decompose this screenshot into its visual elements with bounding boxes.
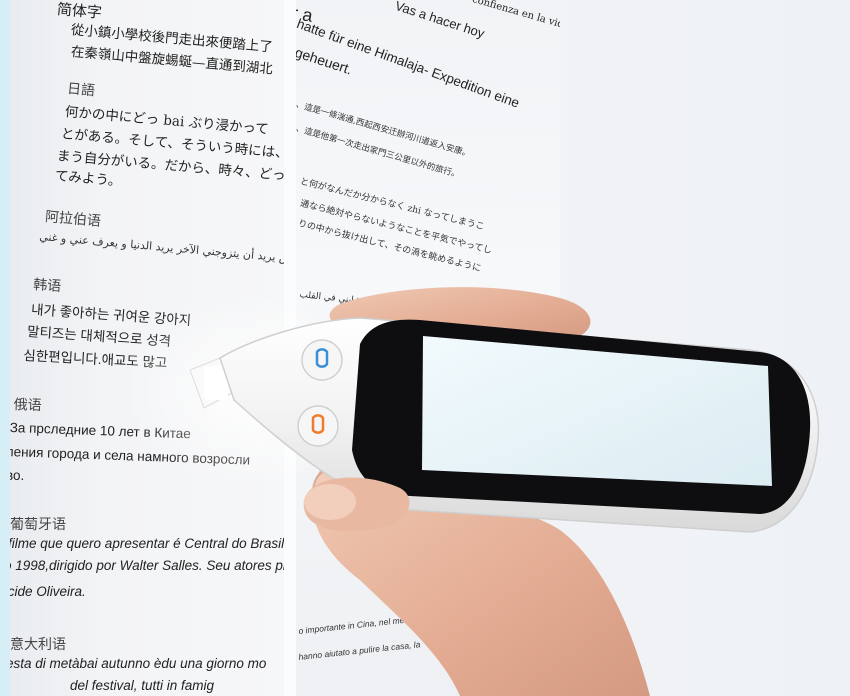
language-heading: 阿拉伯语 xyxy=(44,208,102,230)
text-line: esta di metàbai autunno èdu una giorno m… xyxy=(10,656,267,671)
language-heading: 葡萄牙语 xyxy=(10,517,66,533)
translate-button-blue[interactable] xyxy=(301,339,343,381)
language-heading: 意大利语 xyxy=(10,637,66,653)
thumb xyxy=(303,477,410,532)
language-heading: 韩语 xyxy=(32,276,62,295)
text-line: o 1998,dirigido por Walter Salles. Seu a… xyxy=(10,558,284,573)
product-photo: 简体字 從小鎮小學校後門走出來便踏上了 在秦嶺山中盤旋蜴蜒—直通到湖北 日語 何… xyxy=(0,0,850,696)
language-heading: 俄语 xyxy=(13,396,42,414)
text-line: كل شخص يريد أن يتزوجني الآخر يريد الدنيا… xyxy=(38,230,284,268)
text-line: del festival, tutti in famig xyxy=(70,678,215,693)
text-line: ícide Oliveira. xyxy=(10,584,86,599)
language-heading: 日語 xyxy=(66,80,96,100)
translate-button-orange[interactable] xyxy=(297,405,339,447)
text-line: Vas a hacer hoy xyxy=(393,0,487,41)
text-line: geheuert. xyxy=(296,44,355,78)
translation-pen xyxy=(190,317,820,533)
text-line: во. xyxy=(10,468,25,483)
